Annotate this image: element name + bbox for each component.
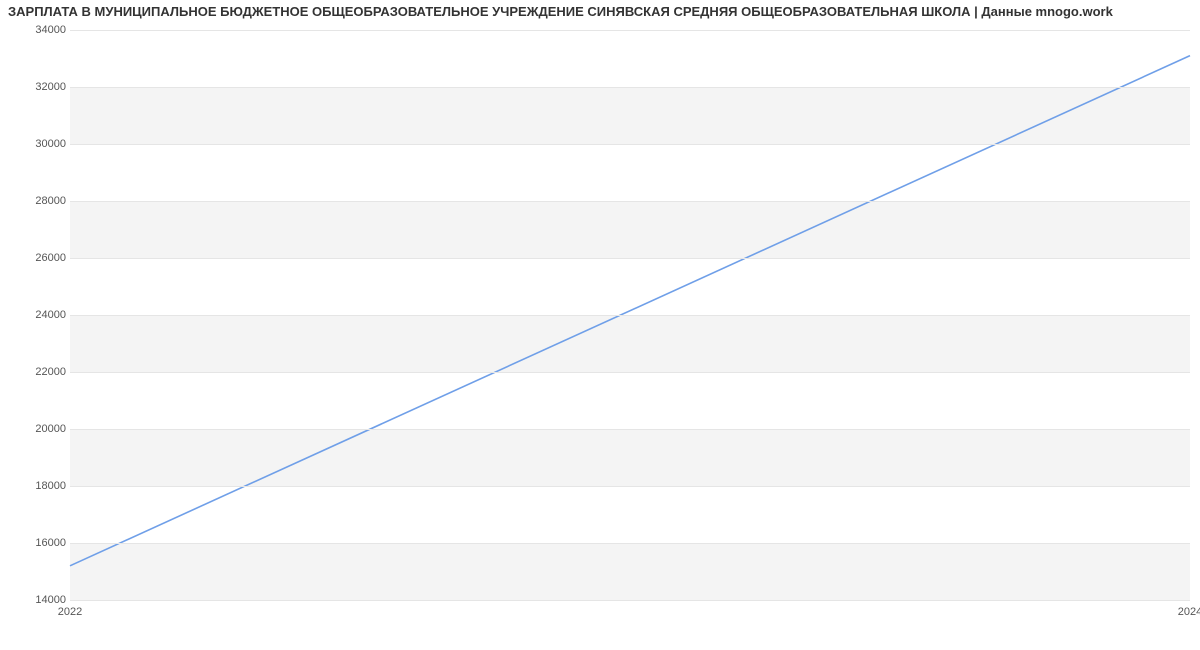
gridline xyxy=(70,30,1190,31)
y-tick-label: 26000 xyxy=(6,252,66,264)
chart-container: ЗАРПЛАТА В МУНИЦИПАЛЬНОЕ БЮДЖЕТНОЕ ОБЩЕО… xyxy=(0,0,1200,650)
gridline xyxy=(70,429,1190,430)
y-tick-label: 16000 xyxy=(6,537,66,549)
gridline xyxy=(70,201,1190,202)
x-tick-label: 2022 xyxy=(58,606,82,618)
gridline xyxy=(70,543,1190,544)
y-tick-label: 22000 xyxy=(6,366,66,378)
gridline xyxy=(70,87,1190,88)
plot-area xyxy=(70,30,1190,601)
chart-title: ЗАРПЛАТА В МУНИЦИПАЛЬНОЕ БЮДЖЕТНОЕ ОБЩЕО… xyxy=(8,4,1200,19)
gridline xyxy=(70,372,1190,373)
gridline xyxy=(70,315,1190,316)
gridline xyxy=(70,144,1190,145)
y-tick-label: 32000 xyxy=(6,81,66,93)
y-tick-label: 34000 xyxy=(6,24,66,36)
y-tick-label: 24000 xyxy=(6,309,66,321)
gridline xyxy=(70,258,1190,259)
y-tick-label: 28000 xyxy=(6,195,66,207)
y-tick-label: 30000 xyxy=(6,138,66,150)
x-tick-label: 2024 xyxy=(1178,606,1200,618)
y-tick-label: 20000 xyxy=(6,423,66,435)
gridline xyxy=(70,486,1190,487)
y-tick-label: 18000 xyxy=(6,480,66,492)
y-tick-label: 14000 xyxy=(6,594,66,606)
gridline xyxy=(70,600,1190,601)
